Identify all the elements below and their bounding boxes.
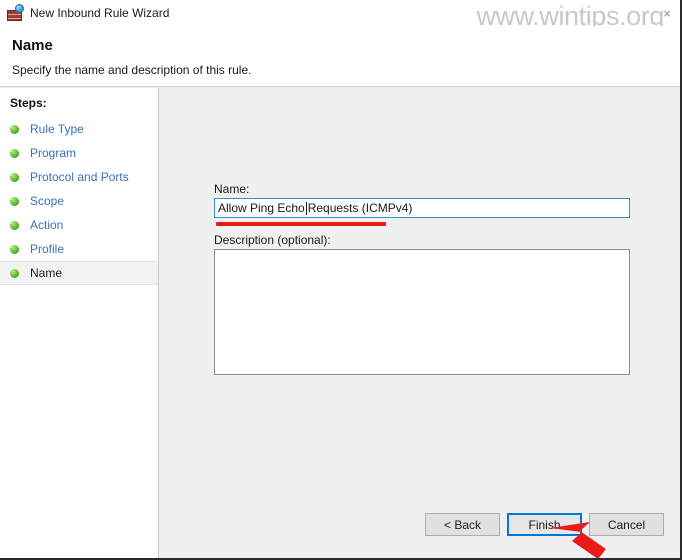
finish-button[interactable]: Finish — [507, 513, 582, 536]
step-bullet-icon — [10, 268, 19, 278]
description-field-label: Description (optional): — [214, 233, 331, 247]
steps-list: Rule Type Program Protocol and Ports Sco… — [0, 117, 158, 285]
step-bullet-icon — [10, 244, 19, 254]
step-bullet-icon — [10, 148, 19, 158]
sidebar-item-name[interactable]: Name — [0, 261, 158, 285]
firewall-icon — [7, 4, 24, 21]
sidebar-item-scope[interactable]: Scope — [0, 189, 158, 213]
name-input[interactable]: Allow Ping Echo Requests (ICMPv4) — [214, 198, 630, 218]
sidebar-item-program[interactable]: Program — [0, 141, 158, 165]
sidebar-item-protocol-and-ports[interactable]: Protocol and Ports — [0, 165, 158, 189]
step-bullet-icon — [10, 196, 19, 206]
sidebar-item-label: Scope — [30, 194, 65, 208]
name-input-text-before-caret: Allow Ping Echo — [218, 201, 305, 215]
sidebar-item-action[interactable]: Action — [0, 213, 158, 237]
new-inbound-rule-wizard-window: New Inbound Rule Wizard × www.wintips.or… — [0, 0, 682, 560]
page-title: Name — [12, 37, 53, 54]
steps-heading: Steps: — [10, 96, 47, 110]
step-bullet-icon — [10, 124, 19, 134]
page-subtitle: Specify the name and description of this… — [12, 63, 252, 77]
sidebar-item-label: Program — [30, 146, 77, 160]
name-field-label: Name: — [214, 182, 250, 196]
sidebar-item-profile[interactable]: Profile — [0, 237, 158, 261]
text-caret — [305, 201, 307, 215]
description-input[interactable] — [214, 249, 630, 375]
wizard-content: Name: Allow Ping Echo Requests (ICMPv4) D… — [160, 88, 680, 558]
steps-sidebar: Steps: Rule Type Program Protocol and Po… — [0, 88, 159, 558]
back-button[interactable]: < Back — [425, 513, 500, 536]
window-title: New Inbound Rule Wizard — [30, 6, 170, 20]
red-underline-annotation — [216, 222, 386, 226]
title-bar: New Inbound Rule Wizard × — [0, 0, 680, 26]
button-bar: < Back Finish Cancel — [160, 513, 680, 543]
wizard-header: Name Specify the name and description of… — [0, 26, 680, 87]
sidebar-item-label: Rule Type — [30, 122, 84, 136]
step-bullet-icon — [10, 220, 19, 230]
sidebar-item-label: Action — [30, 218, 64, 232]
close-icon[interactable]: × — [656, 4, 678, 22]
step-bullet-icon — [10, 172, 19, 182]
sidebar-item-label: Protocol and Ports — [30, 170, 129, 184]
sidebar-item-label: Profile — [30, 242, 65, 256]
sidebar-item-label: Name — [30, 266, 63, 280]
cancel-button[interactable]: Cancel — [589, 513, 664, 536]
sidebar-item-rule-type[interactable]: Rule Type — [0, 117, 158, 141]
name-input-text-after-caret: Requests (ICMPv4) — [307, 201, 413, 215]
